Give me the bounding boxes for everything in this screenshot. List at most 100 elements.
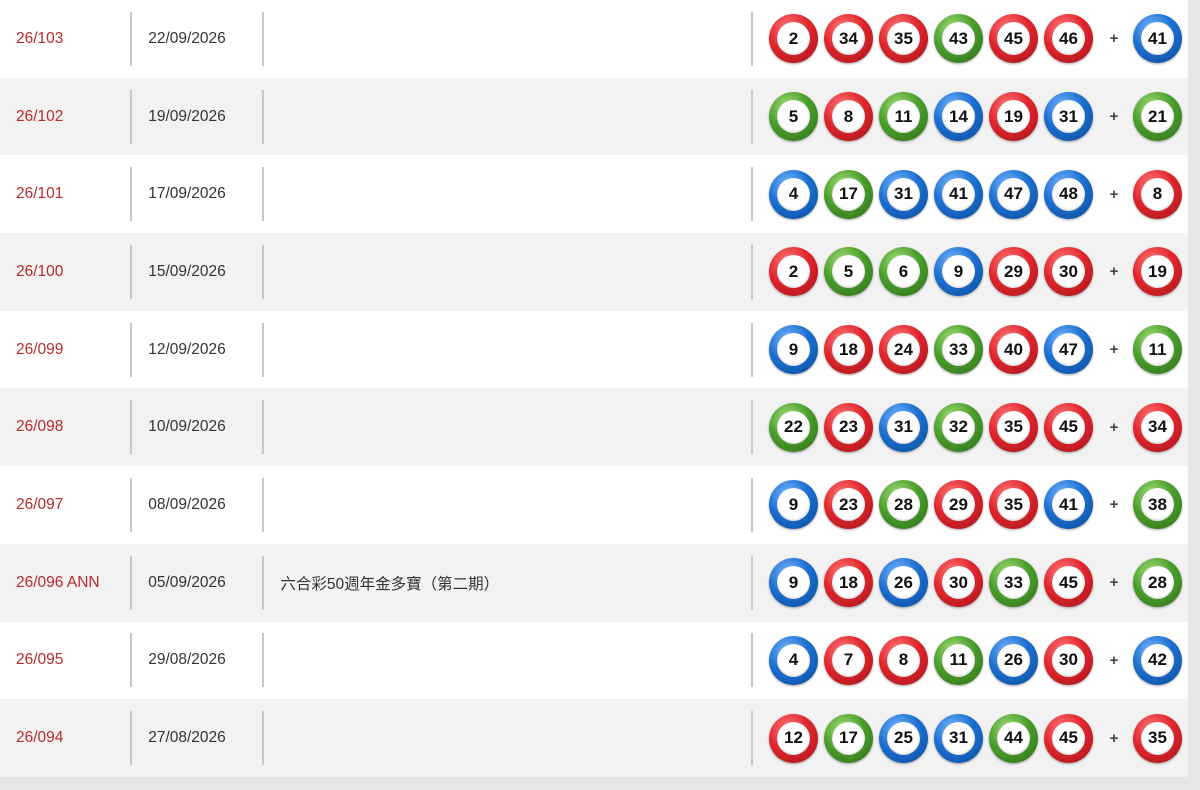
ball-number: 23 [832, 410, 865, 444]
column-divider [262, 477, 265, 532]
ball-number: 2 [777, 255, 810, 289]
ball-number: 31 [1052, 100, 1085, 134]
plus-sign: + [1109, 651, 1119, 669]
table-row: 26/098 10/09/2026 22 23 31 32 35 45 +34 [0, 388, 1188, 467]
ball-number: 33 [997, 566, 1030, 600]
lottery-ball: 34 [824, 14, 873, 64]
plus-sign: + [1109, 108, 1119, 126]
draw-number-link[interactable]: 26/102 [0, 108, 130, 126]
ball-number: 45 [1052, 721, 1085, 755]
lottery-ball: 7 [824, 635, 873, 685]
drawn-numbers: 22 23 31 32 35 45 +34 [753, 402, 1188, 452]
lottery-ball: 11 [934, 635, 983, 685]
extra-ball: 41 [1133, 14, 1182, 64]
drawn-numbers: 4 7 8 11 26 30 +42 [753, 635, 1188, 685]
ball-number: 6 [887, 255, 920, 289]
lottery-ball: 46 [1044, 14, 1093, 64]
lottery-ball: 31 [1044, 92, 1093, 142]
draw-number-link[interactable]: 26/103 [0, 30, 130, 48]
lottery-ball: 26 [879, 558, 928, 608]
draw-date: 27/08/2026 [148, 729, 226, 747]
lottery-ball: 30 [1044, 635, 1093, 685]
draw-number-link[interactable]: 26/100 [0, 263, 130, 281]
ball-number: 18 [832, 566, 865, 600]
lottery-ball: 45 [1044, 402, 1093, 452]
column-divider [262, 167, 265, 222]
plus-sign: + [1109, 729, 1119, 747]
lottery-ball: 9 [769, 480, 818, 530]
draw-number-link[interactable]: 26/097 [0, 496, 130, 514]
ball-number: 31 [887, 177, 920, 211]
table-row: 26/099 12/09/2026 9 18 24 33 40 47 +11 [0, 310, 1188, 389]
lottery-ball: 35 [879, 14, 928, 64]
ball-number: 8 [887, 643, 920, 677]
lottery-ball: 30 [1044, 247, 1093, 297]
lottery-ball: 41 [934, 169, 983, 219]
lottery-ball: 2 [769, 247, 818, 297]
draw-number-link[interactable]: 26/095 [0, 651, 130, 669]
extra-ball: 38 [1133, 480, 1182, 530]
draw-date: 19/09/2026 [148, 107, 226, 125]
ball-number: 2 [777, 22, 810, 56]
column-divider [262, 400, 265, 455]
lottery-ball: 47 [989, 169, 1038, 219]
lottery-ball: 12 [769, 713, 818, 763]
lottery-ball: 4 [769, 169, 818, 219]
lottery-ball: 22 [769, 402, 818, 452]
lottery-ball: 8 [824, 92, 873, 142]
lottery-ball: 35 [989, 402, 1038, 452]
ball-number: 26 [887, 566, 920, 600]
extra-ball: 42 [1133, 635, 1182, 685]
extra-ball: 8 [1133, 169, 1182, 219]
draw-number-link[interactable]: 26/096 ANN [0, 574, 130, 592]
draw-number-link[interactable]: 26/098 [0, 418, 130, 436]
drawn-numbers: 2 5 6 9 29 30 +19 [753, 247, 1188, 297]
ball-number: 19 [997, 100, 1030, 134]
lottery-ball: 40 [989, 325, 1038, 375]
ball-number: 12 [777, 721, 810, 755]
lottery-ball: 29 [934, 480, 983, 530]
ball-number: 45 [1052, 566, 1085, 600]
ball-number: 9 [777, 333, 810, 367]
draw-date: 17/09/2026 [148, 185, 226, 203]
ball-number: 9 [942, 255, 975, 289]
table-row: 26/102 19/09/2026 5 8 11 14 19 31 +21 [0, 77, 1188, 156]
lottery-ball: 2 [769, 14, 818, 64]
ball-number: 42 [1141, 643, 1174, 677]
lottery-ball: 31 [934, 713, 983, 763]
drawn-numbers: 5 8 11 14 19 31 +21 [753, 92, 1188, 142]
lottery-ball: 23 [824, 480, 873, 530]
drawn-numbers: 2 34 35 43 45 46 +41 [753, 14, 1188, 64]
lottery-ball: 6 [879, 247, 928, 297]
column-divider [262, 322, 265, 377]
extra-ball: 28 [1133, 558, 1182, 608]
draw-number-link[interactable]: 26/094 [0, 729, 130, 747]
lottery-ball: 28 [879, 480, 928, 530]
lottery-ball: 35 [989, 480, 1038, 530]
plus-sign: + [1109, 418, 1119, 436]
plus-sign: + [1109, 341, 1119, 359]
lottery-ball: 18 [824, 325, 873, 375]
draw-number-link[interactable]: 26/099 [0, 341, 130, 359]
table-row: 26/094 27/08/2026 12 17 25 31 44 45 +35 [0, 699, 1188, 777]
table-row: 26/095 29/08/2026 4 7 8 11 26 30 +42 [0, 621, 1188, 700]
lottery-ball: 17 [824, 169, 873, 219]
ball-number: 7 [832, 643, 865, 677]
ball-number: 4 [777, 177, 810, 211]
ball-number: 23 [832, 488, 865, 522]
ball-number: 45 [997, 22, 1030, 56]
lottery-ball: 33 [934, 325, 983, 375]
ball-number: 8 [1141, 177, 1174, 211]
ball-number: 11 [887, 100, 920, 134]
lottery-ball: 48 [1044, 169, 1093, 219]
ball-number: 30 [1052, 255, 1085, 289]
ball-number: 35 [997, 410, 1030, 444]
column-divider [262, 11, 265, 66]
draw-date: 15/09/2026 [148, 262, 226, 280]
ball-number: 22 [777, 410, 810, 444]
draw-number-link[interactable]: 26/101 [0, 185, 130, 203]
lottery-ball: 47 [1044, 325, 1093, 375]
drawn-numbers: 9 23 28 29 35 41 +38 [753, 480, 1188, 530]
ball-number: 45 [1052, 410, 1085, 444]
results-table: 26/103 22/09/2026 2 34 35 43 45 46 +41 26/102 … [0, 0, 1188, 777]
